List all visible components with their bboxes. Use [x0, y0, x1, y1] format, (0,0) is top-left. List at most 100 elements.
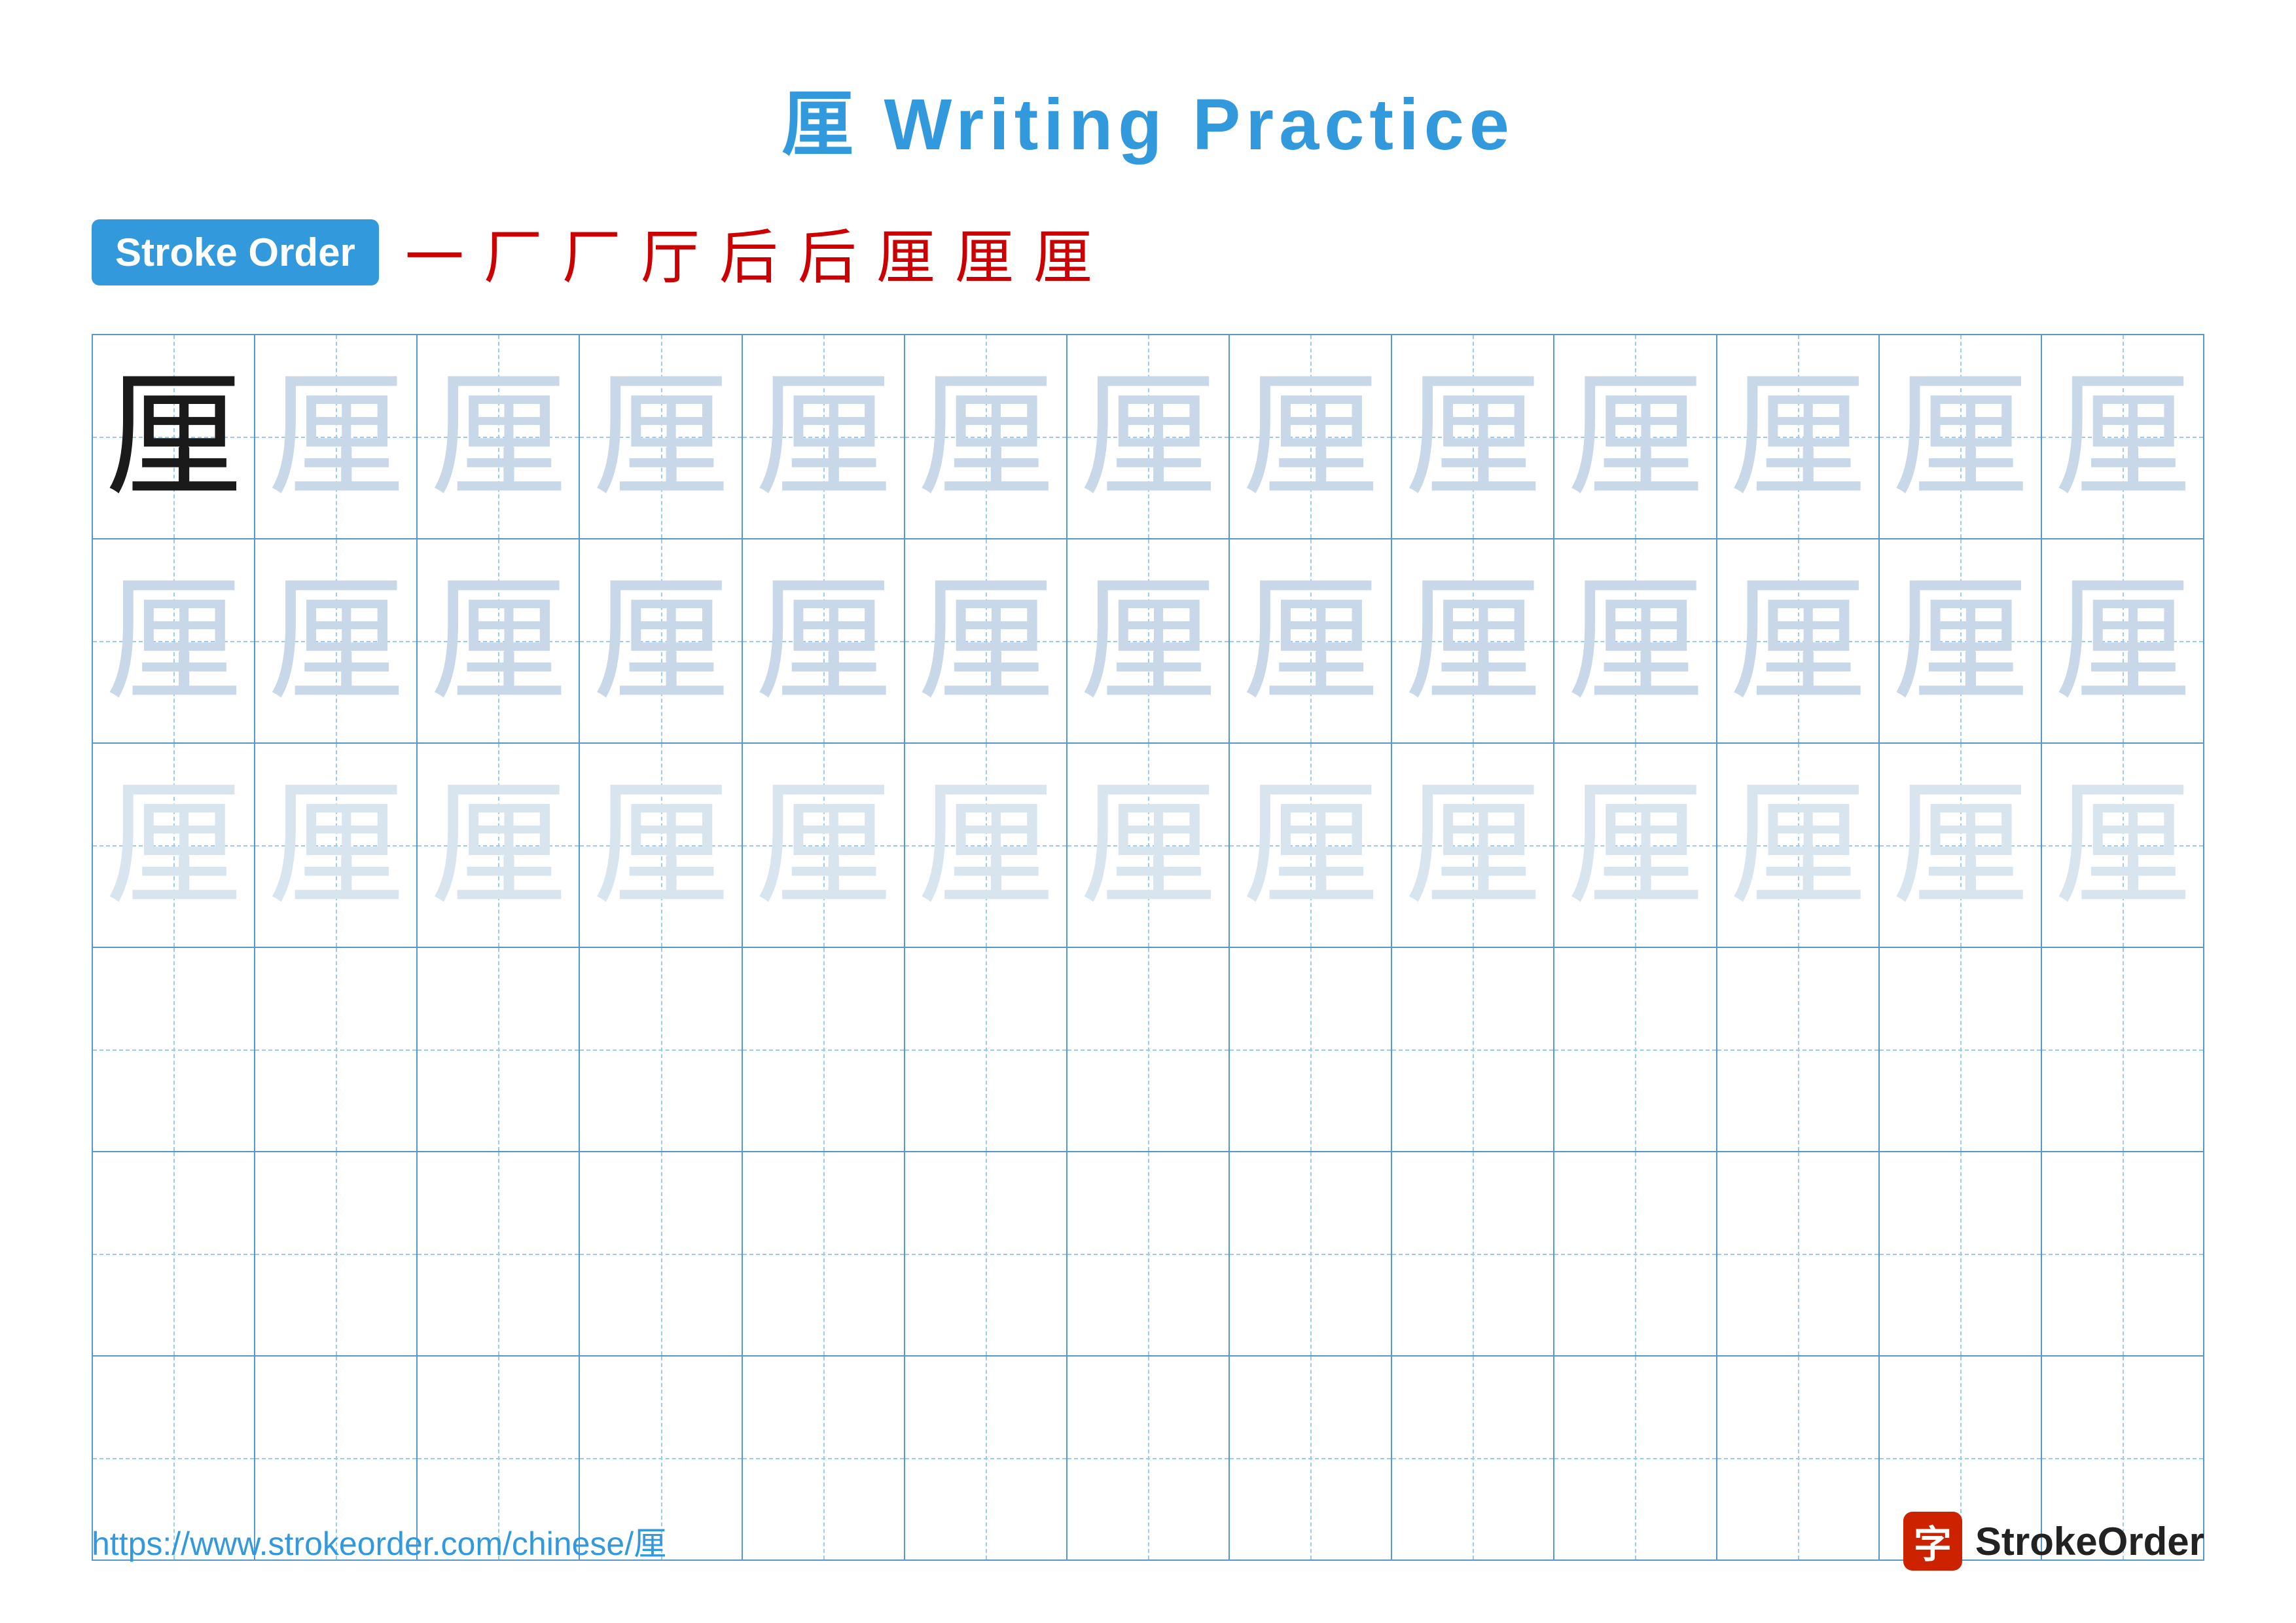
grid-cell[interactable]: 厘 — [418, 539, 580, 742]
char-lighter: 厘 — [755, 776, 892, 914]
grid-cell[interactable]: 厘 — [1392, 335, 1554, 538]
grid-cell-empty[interactable] — [1230, 1152, 1392, 1355]
stroke-3: 厂 — [562, 210, 621, 295]
grid-cell[interactable]: 厘 — [580, 744, 742, 947]
char-light: 厘 — [1566, 572, 1704, 710]
grid-cell[interactable]: 厘 — [255, 335, 418, 538]
grid-cell-empty[interactable] — [1554, 948, 1717, 1151]
stroke-8: 厘 — [955, 210, 1014, 295]
grid-cell-empty[interactable] — [905, 1152, 1067, 1355]
grid-cell-empty[interactable] — [580, 1152, 742, 1355]
grid-cell[interactable]: 厘 — [255, 744, 418, 947]
char-light: 厘 — [429, 368, 567, 505]
grid-cell[interactable]: 厘 — [1392, 539, 1554, 742]
grid-cell[interactable]: 厘 — [905, 539, 1067, 742]
grid-cell[interactable]: 厘 — [580, 335, 742, 538]
grid-cell[interactable]: 厘 — [743, 744, 905, 947]
grid-cell[interactable]: 厘 — [1067, 744, 1230, 947]
grid-cell-empty[interactable] — [743, 1152, 905, 1355]
stroke-4: 厅 — [641, 210, 700, 295]
grid-cell-empty[interactable] — [1880, 948, 2042, 1151]
grid-cell[interactable]: 厘 — [2042, 539, 2203, 742]
char-light: 厘 — [267, 368, 404, 505]
grid-cell[interactable]: 厘 — [1880, 539, 2042, 742]
footer-logo-text: StrokeOrder — [1975, 1519, 2204, 1564]
grid-cell[interactable]: 厘 — [93, 744, 255, 947]
grid-row-2: 厘 厘 厘 厘 厘 厘 厘 厘 厘 厘 厘 厘 厘 — [93, 539, 2203, 744]
grid-cell-empty[interactable] — [2042, 1152, 2203, 1355]
grid-cell[interactable]: 厘 — [1880, 744, 2042, 947]
grid-cell[interactable]: 厘 — [1717, 539, 1880, 742]
char-light: 厘 — [1242, 572, 1379, 710]
grid-cell[interactable]: 厘 — [1554, 744, 1717, 947]
grid-cell[interactable]: 厘 — [1230, 744, 1392, 947]
grid-cell-empty[interactable] — [418, 948, 580, 1151]
char-light: 厘 — [105, 572, 242, 710]
char-light: 厘 — [1729, 368, 1867, 505]
char-lighter: 厘 — [105, 776, 242, 914]
grid-cell[interactable]: 厘 — [1230, 335, 1392, 538]
char-lighter: 厘 — [1079, 776, 1217, 914]
grid-cell[interactable]: 厘 — [255, 539, 418, 742]
grid-cell[interactable]: 厘 — [580, 539, 742, 742]
grid-cell-empty[interactable] — [1067, 1152, 1230, 1355]
footer-url[interactable]: https://www.strokeorder.com/chinese/厘 — [92, 1518, 666, 1565]
logo-char: 字 — [1914, 1514, 1952, 1569]
grid-row-4 — [93, 948, 2203, 1152]
grid-cell-empty[interactable] — [1717, 1152, 1880, 1355]
char-lighter: 厘 — [1729, 776, 1867, 914]
grid-cell-empty[interactable] — [255, 948, 418, 1151]
grid-cell[interactable]: 厘 — [1067, 335, 1230, 538]
grid-cell[interactable]: 厘 — [1717, 744, 1880, 947]
grid-cell[interactable]: 厘 — [1554, 335, 1717, 538]
grid-cell-empty[interactable] — [1392, 1152, 1554, 1355]
grid-cell[interactable]: 厘 — [2042, 744, 2203, 947]
grid-cell[interactable]: 厘 — [1717, 335, 1880, 538]
grid-cell[interactable]: 厘 — [1554, 539, 1717, 742]
grid-cell-empty[interactable] — [1554, 1152, 1717, 1355]
grid-cell[interactable]: 厘 — [1392, 744, 1554, 947]
char-light: 厘 — [755, 368, 892, 505]
grid-cell[interactable]: 厘 — [93, 335, 255, 538]
stroke-order-badge: Stroke Order — [92, 219, 379, 285]
grid-cell[interactable]: 厘 — [1230, 539, 1392, 742]
grid-cell-empty[interactable] — [1717, 948, 1880, 1151]
grid-cell[interactable]: 厘 — [93, 539, 255, 742]
stroke-order-row: Stroke Order 一 厂 厂 厅 后 后 厘 厘 厘 — [0, 170, 2296, 321]
grid-cell[interactable]: 厘 — [743, 335, 905, 538]
grid-cell-empty[interactable] — [1392, 948, 1554, 1151]
char-lighter: 厘 — [2054, 776, 2191, 914]
practice-grid: 厘 厘 厘 厘 厘 厘 厘 厘 厘 厘 厘 厘 厘 厘 厘 厘 厘 厘 厘 厘 … — [92, 334, 2204, 1561]
char-light: 厘 — [1892, 572, 2029, 710]
char-light: 厘 — [1404, 368, 1541, 505]
grid-cell-empty[interactable] — [1230, 948, 1392, 1151]
char-light: 厘 — [1079, 368, 1217, 505]
char-lighter: 厘 — [917, 776, 1054, 914]
grid-cell-empty[interactable] — [1880, 1152, 2042, 1355]
char-light: 厘 — [592, 572, 730, 710]
grid-cell-empty[interactable] — [93, 1152, 255, 1355]
grid-cell[interactable]: 厘 — [905, 335, 1067, 538]
grid-cell-empty[interactable] — [580, 948, 742, 1151]
char-light: 厘 — [267, 572, 404, 710]
grid-cell-empty[interactable] — [418, 1152, 580, 1355]
grid-cell[interactable]: 厘 — [2042, 335, 2203, 538]
grid-cell[interactable]: 厘 — [418, 335, 580, 538]
grid-cell-empty[interactable] — [93, 948, 255, 1151]
grid-cell-empty[interactable] — [255, 1152, 418, 1355]
char-lighter: 厘 — [267, 776, 404, 914]
grid-cell[interactable]: 厘 — [743, 539, 905, 742]
char-light: 厘 — [917, 572, 1054, 710]
grid-cell-empty[interactable] — [1067, 948, 1230, 1151]
grid-cell[interactable]: 厘 — [905, 744, 1067, 947]
grid-cell-empty[interactable] — [2042, 948, 2203, 1151]
char-light: 厘 — [1404, 572, 1541, 710]
grid-cell[interactable]: 厘 — [1880, 335, 2042, 538]
grid-cell[interactable]: 厘 — [1067, 539, 1230, 742]
page-title: 厘 Writing Practice — [0, 0, 2296, 170]
char-lighter: 厘 — [592, 776, 730, 914]
grid-cell[interactable]: 厘 — [418, 744, 580, 947]
footer: https://www.strokeorder.com/chinese/厘 字 … — [0, 1512, 2296, 1571]
grid-cell-empty[interactable] — [743, 948, 905, 1151]
grid-cell-empty[interactable] — [905, 948, 1067, 1151]
